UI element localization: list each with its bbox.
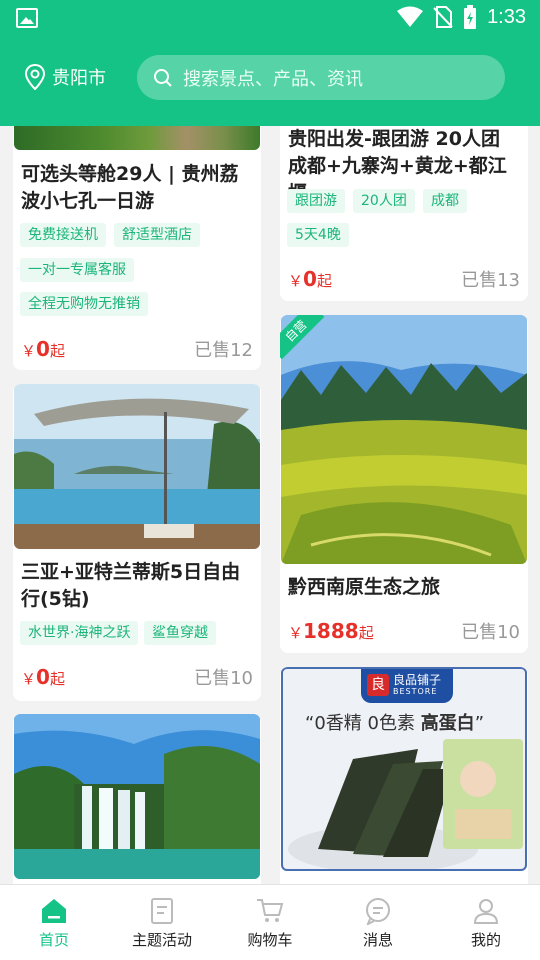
product-image: 良 良品铺子 BESTORE “0香精 0色素 高蛋白” [281, 667, 527, 871]
product-price: ￥0起 [21, 337, 65, 361]
no-sim-icon [433, 6, 453, 28]
status-bar: 1:33 [0, 0, 540, 36]
product-card-seaweed[interactable]: 良 良品铺子 BESTORE “0香精 0色素 高蛋白” [280, 667, 528, 884]
product-price: ￥0起 [21, 665, 65, 689]
home-icon [42, 899, 66, 923]
nav-label: 主题活动 [131, 931, 192, 949]
message-icon [366, 898, 390, 925]
status-icons: 1:33 [397, 5, 526, 29]
product-tag: 舒适型酒店 [114, 223, 200, 247]
bottom-navigation: 首页 主题活动 购物车 消息 我的 [0, 884, 540, 960]
brand-logo-icon: 良 [367, 674, 389, 696]
product-card-jiuzhaigou[interactable]: 贵阳出发-跟团游 20人团 成都+九寨沟+黄龙+都江堰 跟团游 20人团 成都 … [280, 126, 528, 301]
location-pin-icon [24, 64, 46, 90]
nav-themed-activities[interactable]: 主题活动 [108, 885, 216, 960]
search-placeholder: 搜索景点、产品、资讯 [183, 68, 363, 90]
product-tag: 20人团 [353, 189, 415, 213]
nav-messages[interactable]: 消息 [324, 885, 432, 960]
product-price: ￥0起 [288, 267, 332, 291]
location-selector[interactable]: 贵阳市 [24, 64, 106, 90]
nav-label: 购物车 [247, 931, 293, 949]
brand-banner: 良 良品铺子 BESTORE [361, 669, 453, 703]
product-card-waterfall[interactable] [13, 714, 261, 884]
product-card-sanya[interactable]: 三亚+亚特兰蒂斯5日自由行(5钻) 水世界·海神之跃 鲨鱼穿越 ￥0起 已售10 [13, 384, 261, 701]
search-input[interactable]: 搜索景点、产品、资讯 [137, 55, 505, 100]
self-operated-badge: 自营 [280, 315, 330, 365]
nav-label: 消息 [362, 931, 393, 949]
sold-count: 已售12 [194, 340, 253, 361]
cart-icon [257, 899, 284, 922]
product-title: 黔西南原生态之旅 [288, 576, 441, 598]
product-tag: 5天4晚 [287, 223, 349, 247]
location-label: 贵阳市 [52, 68, 106, 89]
nav-profile[interactable]: 我的 [432, 885, 540, 960]
nav-label: 我的 [470, 931, 501, 949]
search-icon [154, 68, 172, 87]
app-header: 贵阳市 搜索景点、产品、资讯 [0, 36, 540, 126]
profile-icon [473, 899, 499, 924]
product-tag: 免费接送机 [20, 223, 106, 247]
product-image [14, 384, 260, 549]
sold-count: 已售13 [461, 270, 520, 291]
product-image [14, 714, 260, 879]
product-tag: 成都 [423, 189, 467, 213]
nav-home[interactable]: 首页 [0, 885, 108, 960]
product-card-qianxinan[interactable]: 自营 黔西南原生态之旅 ￥1888起 已售10 [280, 315, 528, 653]
wifi-icon [397, 6, 424, 27]
brand-name: 良品铺子 [393, 673, 442, 687]
battery-icon [464, 5, 477, 29]
sold-count: 已售10 [194, 668, 253, 689]
seaweed-illustration [288, 739, 523, 869]
nav-cart[interactable]: 购物车 [216, 885, 324, 960]
gallery-notification-icon [16, 8, 38, 28]
product-title: 可选头等舱29人 | 贵州荔波小七孔一日游 [21, 163, 239, 212]
ad-slogan: “0香精 0色素 高蛋白” [305, 713, 485, 734]
product-tag: 全程无购物无推销 [20, 292, 148, 316]
product-tag: 一对一专属客服 [20, 258, 134, 282]
product-tag: 水世界·海神之跃 [20, 621, 139, 645]
product-title: 三亚+亚特兰蒂斯5日自由行(5钻) [21, 561, 241, 610]
sold-count: 已售10 [461, 622, 520, 643]
product-price: ￥1888起 [288, 619, 374, 643]
nav-label: 首页 [38, 931, 69, 949]
brand-english: BESTORE [393, 687, 438, 696]
product-card-xiaoqikong[interactable]: 可选头等舱29人 | 贵州荔波小七孔一日游 免费接送机 舒适型酒店 一对一专属客… [13, 126, 261, 370]
document-icon [151, 898, 173, 924]
product-tag: 跟团游 [287, 189, 345, 213]
product-image [14, 126, 260, 150]
clock: 1:33 [487, 5, 526, 28]
product-tag: 鲨鱼穿越 [144, 621, 216, 645]
